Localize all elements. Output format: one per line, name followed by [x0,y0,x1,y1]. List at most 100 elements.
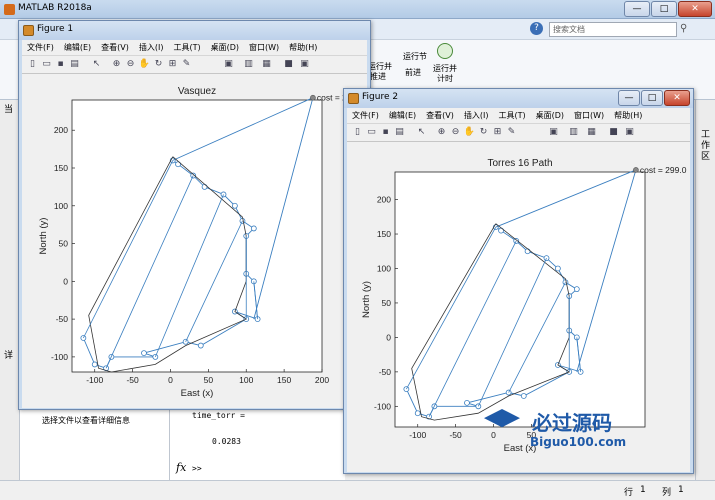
menu-window[interactable]: 窗口(W) [244,40,284,55]
menu-desktop[interactable]: 桌面(D) [206,40,244,55]
menu-edit[interactable]: 编辑(E) [59,40,96,55]
menu-edit[interactable]: 编辑(E) [384,108,421,123]
figure-icon [348,93,359,104]
matlab-title-bar: MATLAB R2018a — □ ✕ [0,0,715,19]
chart-vasquez[interactable]: Vasquez -100 -50 0 50 100 150 200 -100 -50 0 50 100 1… [22,74,367,408]
x-tick-label: -100 [409,430,426,440]
cost-point [310,94,316,101]
workspace-tab[interactable]: 工作区 [701,130,711,163]
run-advance-button[interactable]: 运行并 推进 [368,62,392,82]
pan-icon[interactable]: ✋ [138,58,151,71]
x-tick-label: 50 [204,375,214,385]
rotate-icon[interactable]: ↻ [477,126,490,139]
run-section-button[interactable]: 运行节 [400,52,430,62]
new-figure-icon[interactable]: ▯ [351,126,364,139]
brush-icon[interactable]: ✎ [180,58,193,71]
save-icon[interactable]: ▪ [54,58,67,71]
y-tick-label: 100 [377,263,391,273]
cmd-line-1: time_torr = [192,411,245,420]
x-tick-label: 100 [239,375,253,385]
link-icon[interactable]: ▣ [547,126,560,139]
figure1-canvas[interactable]: Vasquez -100 -50 0 50 100 150 200 -100 -50 0 50 100 1… [22,74,367,408]
pointer-icon[interactable]: ↖ [90,58,103,71]
show-tools-icon[interactable]: ▣ [298,58,311,71]
figure1-menu-bar: 文件(F) 编辑(E) 查看(V) 插入(I) 工具(T) 桌面(D) 窗口(W) 帮助(H) [22,40,367,56]
hide-tools-icon[interactable]: ■ [607,126,620,139]
y-tick-label: 0 [386,332,391,342]
run-timer-button[interactable]: 运行并 计时 [430,64,460,84]
zoom-in-icon[interactable]: ⊕ [110,58,123,71]
tour-point [91,361,98,368]
figure2-close-button[interactable]: ✕ [664,90,690,106]
search-input[interactable]: 搜索文档 [549,22,677,37]
y-tick-label: -50 [56,314,69,324]
menu-file[interactable]: 文件(F) [347,108,384,123]
menu-file[interactable]: 文件(F) [22,40,59,55]
brush-icon[interactable]: ✎ [505,126,518,139]
save-icon[interactable]: ▪ [379,126,392,139]
watermark-url: Biguo100.com [530,435,627,449]
menu-window[interactable]: 窗口(W) [569,108,609,123]
figure2-title: Figure 2 [362,92,399,102]
menu-desktop[interactable]: 桌面(D) [531,108,569,123]
tour-point [231,202,238,209]
maximize-button[interactable]: □ [651,1,677,17]
zoom-out-icon[interactable]: ⊖ [124,58,137,71]
legend-icon[interactable]: ▦ [260,58,273,71]
print-icon[interactable]: ▤ [68,58,81,71]
x-tick-label: 200 [315,375,329,385]
pan-icon[interactable]: ✋ [463,126,476,139]
figure1-title-bar[interactable]: Figure 1 [19,21,370,40]
tour-point [201,183,208,190]
figure2-maximize-button[interactable]: □ [641,90,663,106]
menu-insert[interactable]: 插入(I) [134,40,169,55]
matlab-logo-icon [4,4,15,15]
help-icon[interactable]: ? [530,22,543,35]
advance-button[interactable]: 前进 [400,68,426,78]
menu-insert[interactable]: 插入(I) [459,108,494,123]
menu-view[interactable]: 查看(V) [421,108,459,123]
menu-help[interactable]: 帮助(H) [284,40,322,55]
figure-icon [23,25,34,36]
status-row-label: 行 [624,488,634,498]
pointer-icon[interactable]: ↖ [415,126,428,139]
tour-point [250,225,257,232]
watermark-title: 必过源码 [532,411,612,435]
matlab-title: MATLAB R2018a [18,3,92,13]
colorbar-icon[interactable]: ▥ [242,58,255,71]
rotate-icon[interactable]: ↻ [152,58,165,71]
menu-tools[interactable]: 工具(T) [168,40,205,55]
command-window[interactable]: time_torr = 0.0283 fx >> [170,405,345,480]
graduation-cap-icon [484,409,520,428]
x-tick-label: -100 [86,375,103,385]
zoom-out-icon[interactable]: ⊖ [449,126,462,139]
figure2-title-bar[interactable]: Figure 2 — □ ✕ [344,89,693,108]
menu-view[interactable]: 查看(V) [96,40,134,55]
cost-point [633,167,639,173]
print-icon[interactable]: ▤ [393,126,406,139]
zoom-in-icon[interactable]: ⊕ [435,126,448,139]
new-figure-icon[interactable]: ▯ [26,58,39,71]
status-col: 1 [678,485,684,495]
hide-tools-icon[interactable]: ■ [282,58,295,71]
y-tick-label: 150 [54,163,68,173]
menu-tools[interactable]: 工具(T) [493,108,530,123]
minimize-button[interactable]: — [624,1,650,17]
colorbar-icon[interactable]: ▥ [567,126,580,139]
menu-help[interactable]: 帮助(H) [609,108,647,123]
figure1-window: Figure 1 文件(F) 编辑(E) 查看(V) 插入(I) 工具(T) 桌面(D) 窗… [18,20,371,410]
close-button[interactable]: ✕ [678,1,712,17]
run-timer-icon [437,43,453,59]
cmd-prompt[interactable]: >> [192,464,202,473]
open-icon[interactable]: ▭ [365,126,378,139]
figure2-minimize-button[interactable]: — [618,90,640,106]
search-icon[interactable]: ⚲ [680,23,687,34]
link-icon[interactable]: ▣ [222,58,235,71]
data-cursor-icon[interactable]: ⊞ [166,58,179,71]
tour-point [403,386,410,392]
open-icon[interactable]: ▭ [40,58,53,71]
show-tools-icon[interactable]: ▣ [623,126,636,139]
data-cursor-icon[interactable]: ⊞ [491,126,504,139]
legend-icon[interactable]: ▦ [585,126,598,139]
details-pane: 选择文件以查看详细信息 [20,405,170,480]
